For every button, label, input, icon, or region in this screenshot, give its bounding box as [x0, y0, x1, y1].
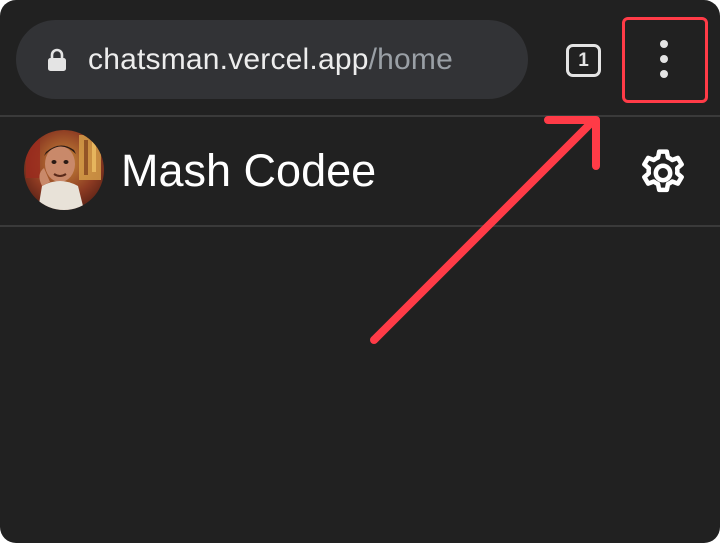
url-path: /home	[368, 42, 454, 76]
menu-dot	[660, 40, 668, 48]
lock-icon[interactable]	[46, 47, 68, 73]
address-bar[interactable]: chatsman.vercel.app/home	[16, 20, 528, 99]
chat-header: Mash Codee	[0, 117, 720, 225]
user-avatar[interactable]	[24, 130, 104, 210]
user-name[interactable]: Mash Codee	[121, 143, 376, 199]
tab-count: 1	[578, 49, 589, 71]
menu-dot	[660, 70, 668, 78]
app-window: chatsman.vercel.app/home 1 Mash Codee	[0, 0, 720, 543]
header-divider	[0, 225, 720, 227]
more-vert-icon[interactable]	[644, 37, 684, 81]
url-host: chatsman.vercel.app	[88, 42, 369, 76]
gear-icon[interactable]	[634, 144, 692, 202]
browser-toolbar: chatsman.vercel.app/home 1	[0, 0, 720, 116]
url-text[interactable]: chatsman.vercel.app/home	[88, 43, 453, 77]
menu-dot	[660, 55, 668, 63]
tab-switcher-button[interactable]: 1	[566, 44, 601, 77]
